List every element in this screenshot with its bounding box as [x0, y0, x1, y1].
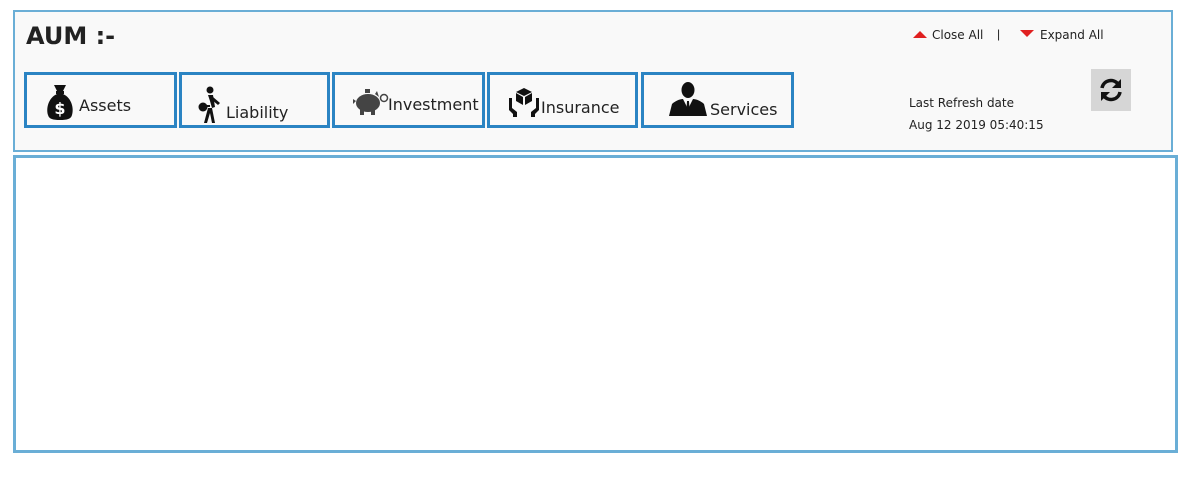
- refresh-icon: [1100, 78, 1122, 102]
- expand-all-label: Expand All: [1040, 28, 1104, 42]
- tab-assets-label: Assets: [79, 96, 132, 115]
- svg-text:$: $: [54, 99, 65, 118]
- page-title: AUM :-: [26, 22, 116, 50]
- tab-insurance-label: Insurance: [541, 98, 620, 117]
- triangle-down-icon: [1020, 30, 1034, 37]
- money-bag-icon: $: [47, 85, 73, 120]
- tab-assets[interactable]: $ Assets: [24, 72, 177, 128]
- close-all-label: Close All: [932, 28, 984, 42]
- tab-insurance[interactable]: Insurance: [487, 72, 638, 128]
- triangle-up-icon: [913, 31, 927, 38]
- piggy-bank-icon: [353, 89, 389, 115]
- refresh-date-label: Last Refresh date: [909, 96, 1014, 110]
- tab-investment-label: Investment: [388, 95, 479, 114]
- businessman-icon: [669, 82, 707, 116]
- tab-services-label: Services: [710, 100, 778, 119]
- refresh-button[interactable]: [1091, 69, 1131, 111]
- content-panel: [13, 155, 1178, 453]
- debtor-icon: [198, 86, 220, 123]
- tab-investment[interactable]: Investment: [332, 72, 485, 128]
- tab-services[interactable]: Services: [641, 72, 794, 128]
- header-panel: AUM :- Close All | Expand All $ Assets L…: [13, 10, 1173, 152]
- hands-box-icon: [509, 88, 539, 117]
- control-separator: |: [997, 27, 1001, 41]
- tab-liability[interactable]: Liability: [179, 72, 330, 128]
- refresh-date-value: Aug 12 2019 05:40:15: [909, 118, 1044, 132]
- tab-liability-label: Liability: [226, 103, 289, 122]
- expand-all-button[interactable]: Expand All: [1020, 28, 1104, 42]
- close-all-button[interactable]: Close All: [913, 28, 983, 42]
